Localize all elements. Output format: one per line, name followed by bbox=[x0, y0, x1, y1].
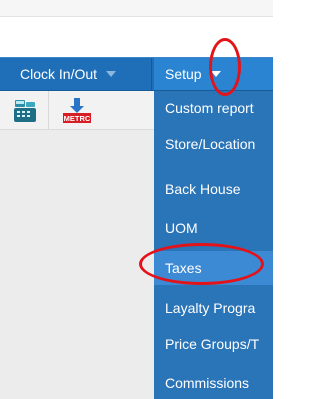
menu-item-taxes[interactable]: Taxes bbox=[154, 251, 273, 285]
setup-chevron-down-icon[interactable] bbox=[210, 71, 221, 77]
metrc-label: METRC bbox=[64, 114, 91, 123]
menu-item-commissions[interactable]: Commissions bbox=[154, 366, 273, 399]
menu-item-label: Commissions bbox=[165, 375, 250, 391]
menu-item-label: Taxes bbox=[165, 260, 202, 276]
menu-item-uom[interactable]: UOM bbox=[154, 211, 273, 245]
content-area bbox=[0, 130, 154, 399]
chevron-down-icon bbox=[106, 71, 117, 77]
nav-setup-label: Setup bbox=[165, 66, 202, 82]
setup-dropdown-menu: Custom report Store/Location Back House … bbox=[154, 91, 273, 399]
menu-item-back-house[interactable]: Back House bbox=[154, 172, 273, 206]
menu-item-custom-report[interactable]: Custom report bbox=[154, 91, 273, 125]
metrc-download-icon[interactable]: METRC bbox=[62, 98, 92, 124]
menu-item-price-groups[interactable]: Price Groups/T bbox=[154, 327, 273, 361]
menu-item-label: Price Groups/T bbox=[165, 336, 260, 352]
menu-item-label: Store/Location bbox=[165, 136, 256, 152]
nav-clock-label: Clock In/Out bbox=[20, 66, 98, 82]
cash-register-icon[interactable] bbox=[12, 98, 38, 124]
menu-item-label: UOM bbox=[165, 220, 198, 236]
toolbar: METRC bbox=[0, 91, 154, 130]
menu-item-label: Back House bbox=[165, 181, 241, 197]
menu-item-store-location[interactable]: Store/Location bbox=[154, 127, 273, 161]
menu-item-label: Custom report bbox=[165, 100, 254, 116]
nav-clock-in-out[interactable]: Clock In/Out bbox=[20, 58, 117, 90]
toolbar-divider bbox=[48, 91, 49, 129]
menu-item-label: Layalty Progra bbox=[165, 300, 256, 316]
nav-divider bbox=[151, 58, 152, 90]
nav-setup[interactable]: Setup bbox=[154, 58, 273, 90]
main-navbar: Clock In/Out Setup bbox=[0, 57, 273, 91]
browser-top-strip bbox=[0, 0, 273, 17]
menu-item-loyalty-program[interactable]: Layalty Progra bbox=[154, 291, 273, 325]
